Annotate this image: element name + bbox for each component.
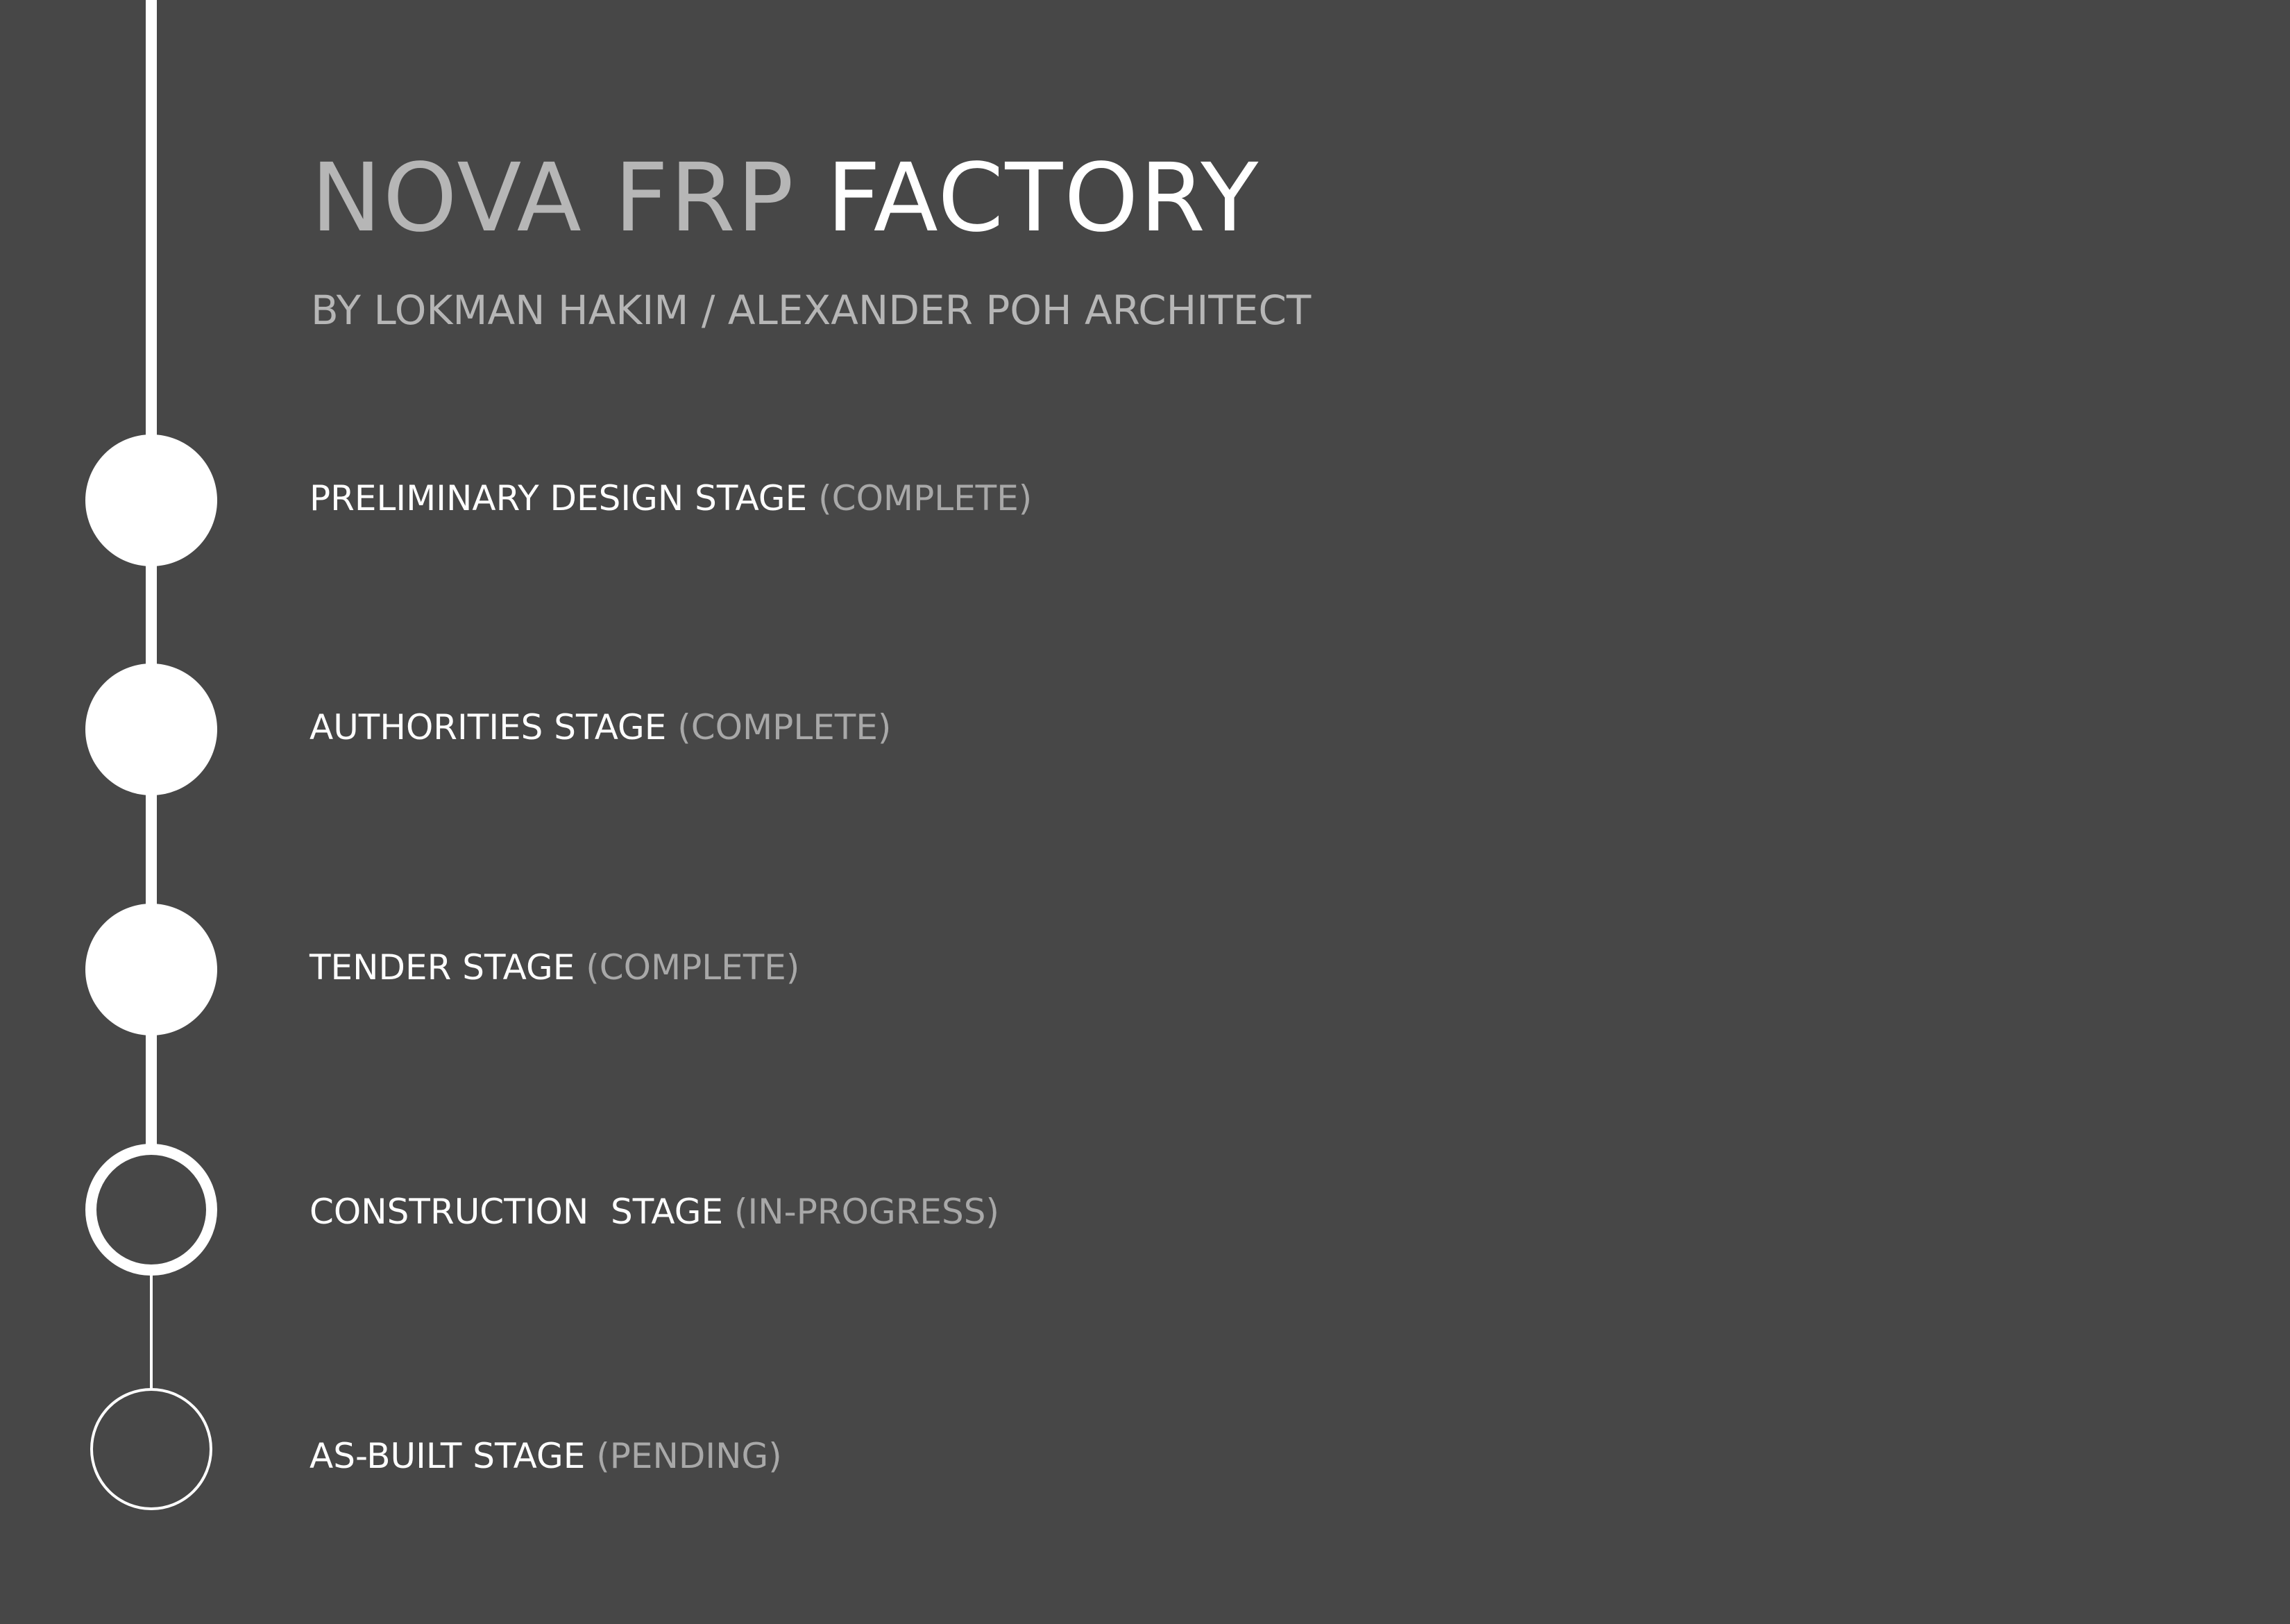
stage-node-pending	[90, 1388, 212, 1510]
stage-node-complete	[85, 663, 217, 795]
stage-item-authorities: AUTHORITIES STAGE (COMPLETE)	[309, 710, 891, 745]
stage-name: AS-BUILT STAGE	[309, 1436, 586, 1476]
timeline-line-2-3	[146, 791, 157, 916]
stage-status: (COMPLETE)	[586, 947, 800, 988]
timeline-line-1-2	[146, 562, 157, 680]
stage-node-in-progress	[85, 1144, 217, 1276]
stage-name: CONSTRUCTION STAGE	[309, 1192, 724, 1232]
stage-name: PRELIMINARY DESIGN STAGE	[309, 478, 808, 518]
timeline-line-4-5	[150, 1270, 153, 1395]
page-title: NOVA FRP FACTORY	[311, 151, 1260, 246]
stage-item-as-built: AS-BUILT STAGE (PENDING)	[309, 1439, 782, 1473]
stage-item-preliminary-design: PRELIMINARY DESIGN STAGE (COMPLETE)	[309, 481, 1032, 516]
timeline-line-top	[146, 0, 157, 444]
stage-status: (COMPLETE)	[677, 707, 892, 747]
stage-status: (PENDING)	[596, 1436, 782, 1476]
project-progress-page: NOVA FRP FACTORY BY LOKMAN HAKIM / ALEXA…	[0, 0, 2290, 1624]
title-project-name: NOVA FRP	[311, 144, 795, 253]
stage-node-complete	[85, 434, 217, 566]
stage-item-tender: TENDER STAGE (COMPLETE)	[309, 950, 799, 985]
stage-name: AUTHORITIES STAGE	[309, 707, 667, 747]
stage-item-construction: CONSTRUCTION STAGE (IN-PROGRESS)	[309, 1194, 999, 1229]
stage-node-complete	[85, 904, 217, 1035]
stage-status: (COMPLETE)	[818, 478, 1033, 518]
stage-name: TENDER STAGE	[309, 947, 575, 988]
title-project-type: FACTORY	[826, 144, 1260, 253]
page-subtitle: BY LOKMAN HAKIM / ALEXANDER POH ARCHITEC…	[311, 287, 1312, 334]
timeline-line-3-4	[146, 1034, 157, 1159]
stage-status: (IN-PROGRESS)	[734, 1192, 1000, 1232]
